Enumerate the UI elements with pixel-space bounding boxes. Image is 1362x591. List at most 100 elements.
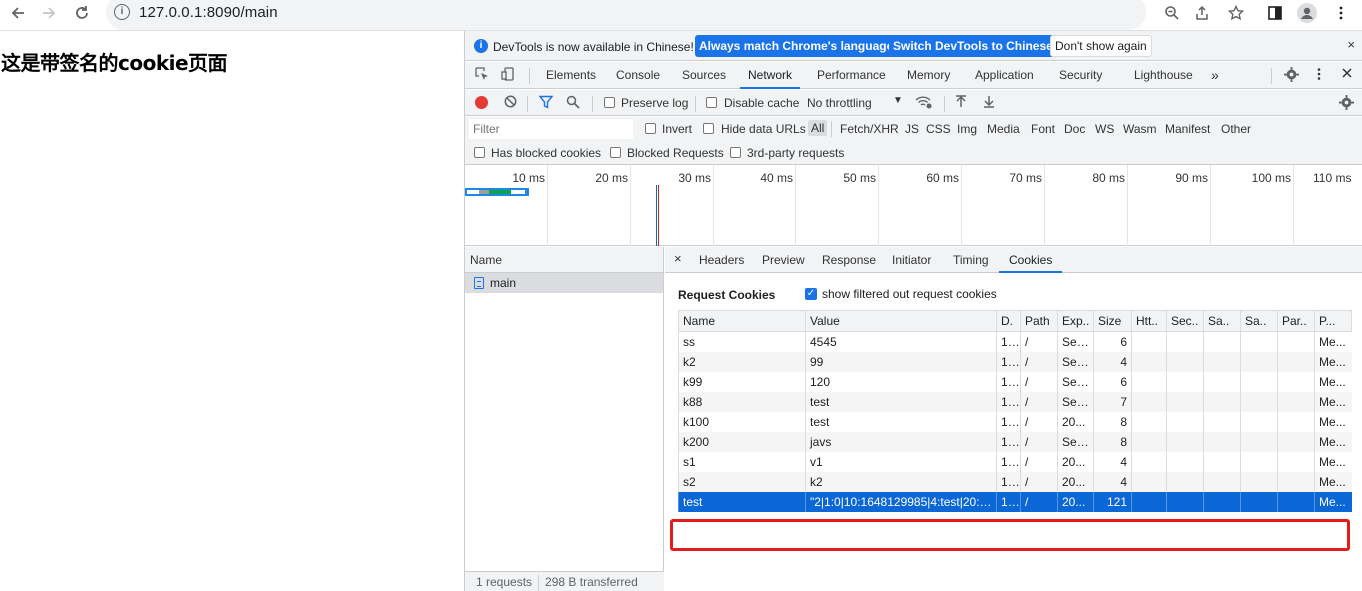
chrome-menu-icon[interactable] [1330, 2, 1352, 24]
forward-icon[interactable] [37, 1, 61, 25]
column-header-path[interactable]: Path [1020, 310, 1058, 332]
hide-data-urls-checkbox[interactable] [703, 123, 714, 134]
filter-type-fetch-xhr[interactable]: Fetch/XHR [840, 122, 899, 136]
tab-elements[interactable]: Elements [546, 62, 596, 89]
tab-sources[interactable]: Sources [682, 62, 726, 89]
column-header-priority[interactable]: P... [1314, 310, 1352, 332]
invert-checkbox[interactable] [645, 123, 656, 134]
detail-tab-timing[interactable]: Timing [953, 247, 989, 273]
cookie-sameparty [1240, 391, 1278, 412]
clear-icon[interactable] [502, 95, 518, 111]
throttling-dropdown-arrow-icon[interactable]: ▼ [893, 95, 903, 106]
third-party-requests-checkbox[interactable] [730, 147, 741, 158]
blocked-requests-checkbox[interactable] [610, 147, 621, 158]
preserve-log-checkbox[interactable] [604, 97, 615, 108]
detail-tab-response[interactable]: Response [822, 247, 876, 273]
cookie-samesite [1203, 371, 1241, 392]
column-header-size[interactable]: Size [1093, 310, 1132, 332]
cookie-row[interactable]: k2 99 1... / Ses... 4 Me... [678, 351, 1352, 372]
more-tabs-icon[interactable]: » [1211, 62, 1219, 89]
always-match-language-button[interactable]: Always match Chrome's language [695, 35, 898, 57]
settings-gear-icon[interactable] [1283, 67, 1299, 83]
column-header-sameparty[interactable]: Sa.. [1240, 310, 1278, 332]
site-info-icon[interactable]: i [114, 4, 130, 20]
tab-network[interactable]: Network [740, 62, 801, 89]
tab-lighthouse[interactable]: Lighthouse [1134, 62, 1193, 89]
devtools-menu-icon[interactable] [1311, 67, 1327, 83]
reload-icon[interactable] [70, 1, 94, 25]
filter-icon[interactable] [538, 95, 554, 111]
disable-cache-checkbox[interactable] [706, 97, 717, 108]
column-header-name[interactable]: Name [678, 310, 806, 332]
network-settings-gear-icon[interactable] [1338, 95, 1354, 111]
cookie-row[interactable]: k99 120 1... / Ses... 6 Me... [678, 371, 1352, 392]
inspect-element-icon[interactable] [474, 67, 490, 83]
detail-tab-cookies[interactable]: Cookies [999, 247, 1063, 273]
cookie-path: / [1020, 491, 1058, 512]
side-panel-icon[interactable] [1264, 2, 1286, 24]
cookie-row[interactable]: k88 test 1... / Ses... 7 Me... [678, 391, 1352, 412]
record-icon[interactable] [475, 96, 488, 109]
cookie-name: k2 [678, 351, 806, 372]
timeline-tick-label: 100 ms [1251, 171, 1291, 185]
detail-tab-headers[interactable]: Headers [699, 247, 744, 273]
switch-to-chinese-button[interactable]: Switch DevTools to Chinese [889, 35, 1057, 57]
zoom-icon[interactable] [1161, 2, 1183, 24]
request-row[interactable]: main [465, 273, 663, 293]
profile-avatar-icon[interactable] [1296, 2, 1318, 24]
cookie-row[interactable]: ss 4545 1... / Ses... 6 Me... [678, 331, 1352, 352]
cookie-row[interactable]: k200 javs 1... / Ses... 8 Me... [678, 431, 1352, 452]
filter-input[interactable] [469, 119, 633, 139]
column-header-partition-key[interactable]: Par.. [1277, 310, 1315, 332]
close-detail-icon[interactable]: × [674, 251, 682, 266]
tab-memory[interactable]: Memory [907, 62, 950, 89]
detail-tab-preview[interactable]: Preview [762, 247, 805, 273]
search-icon[interactable] [565, 95, 581, 111]
tab-application[interactable]: Application [975, 62, 1034, 89]
filter-type-manifest[interactable]: Manifest [1165, 122, 1210, 136]
filter-type-wasm[interactable]: Wasm [1123, 122, 1157, 136]
column-header-domain[interactable]: D. [996, 310, 1021, 332]
filter-type-ws[interactable]: WS [1095, 122, 1114, 136]
tab-security[interactable]: Security [1059, 62, 1102, 89]
filter-type-js[interactable]: JS [905, 122, 919, 136]
column-header-expires[interactable]: Exp.. [1057, 310, 1094, 332]
show-filtered-cookies-checkbox[interactable]: ✓ [805, 288, 817, 300]
share-icon[interactable] [1191, 2, 1213, 24]
detail-tab-initiator[interactable]: Initiator [892, 247, 931, 273]
network-conditions-icon[interactable] [915, 95, 932, 111]
device-toolbar-icon[interactable] [500, 67, 516, 83]
cookie-sameparty [1240, 471, 1278, 492]
cookie-row[interactable]: s2 k2 1.../20... 4 Me... [678, 471, 1352, 492]
filter-type-css[interactable]: CSS [926, 122, 951, 136]
filter-type-font[interactable]: Font [1031, 122, 1055, 136]
infobar-close-icon[interactable]: × [1347, 37, 1355, 52]
import-har-icon[interactable] [953, 95, 969, 111]
dont-show-again-button[interactable]: Don't show again [1050, 35, 1152, 57]
column-header-samesite[interactable]: Sa.. [1203, 310, 1241, 332]
filter-type-media[interactable]: Media [987, 122, 1020, 136]
cookie-row[interactable]: k100 test 1.../20... 8 Me... [678, 411, 1352, 432]
cookie-name: s1 [678, 451, 806, 472]
bookmark-star-icon[interactable] [1225, 2, 1247, 24]
tab-performance[interactable]: Performance [817, 62, 886, 89]
column-header-value[interactable]: Value [805, 310, 997, 332]
network-overview-timeline[interactable]: 10 ms 20 ms 30 ms 40 ms 50 ms 60 ms 70 m… [465, 165, 1362, 246]
address-bar[interactable]: i 127.0.0.1:8090/main [106, 0, 1146, 30]
filter-type-other[interactable]: Other [1221, 122, 1251, 136]
column-header-secure[interactable]: Sec.. [1166, 310, 1204, 332]
filter-type-img[interactable]: Img [957, 122, 977, 136]
request-list-name-header[interactable]: Name [465, 247, 663, 273]
filter-type-doc[interactable]: Doc [1064, 122, 1085, 136]
column-header-httponly[interactable]: Htt.. [1131, 310, 1167, 332]
has-blocked-cookies-checkbox[interactable] [474, 147, 485, 158]
export-har-icon[interactable] [981, 95, 997, 111]
cookie-row[interactable]: s1 v1 1.../20... 4 Me... [678, 451, 1352, 472]
tab-console[interactable]: Console [616, 62, 660, 89]
close-devtools-icon[interactable] [1339, 67, 1355, 83]
disable-cache-label: Disable cache [724, 96, 800, 110]
filter-type-all[interactable]: All [808, 120, 828, 136]
cookie-row[interactable]: test "2|1:0|10:1648129985|4:test|20:c... 1… [678, 491, 1352, 512]
back-icon[interactable] [6, 1, 30, 25]
throttling-select[interactable]: No throttling [807, 96, 872, 110]
